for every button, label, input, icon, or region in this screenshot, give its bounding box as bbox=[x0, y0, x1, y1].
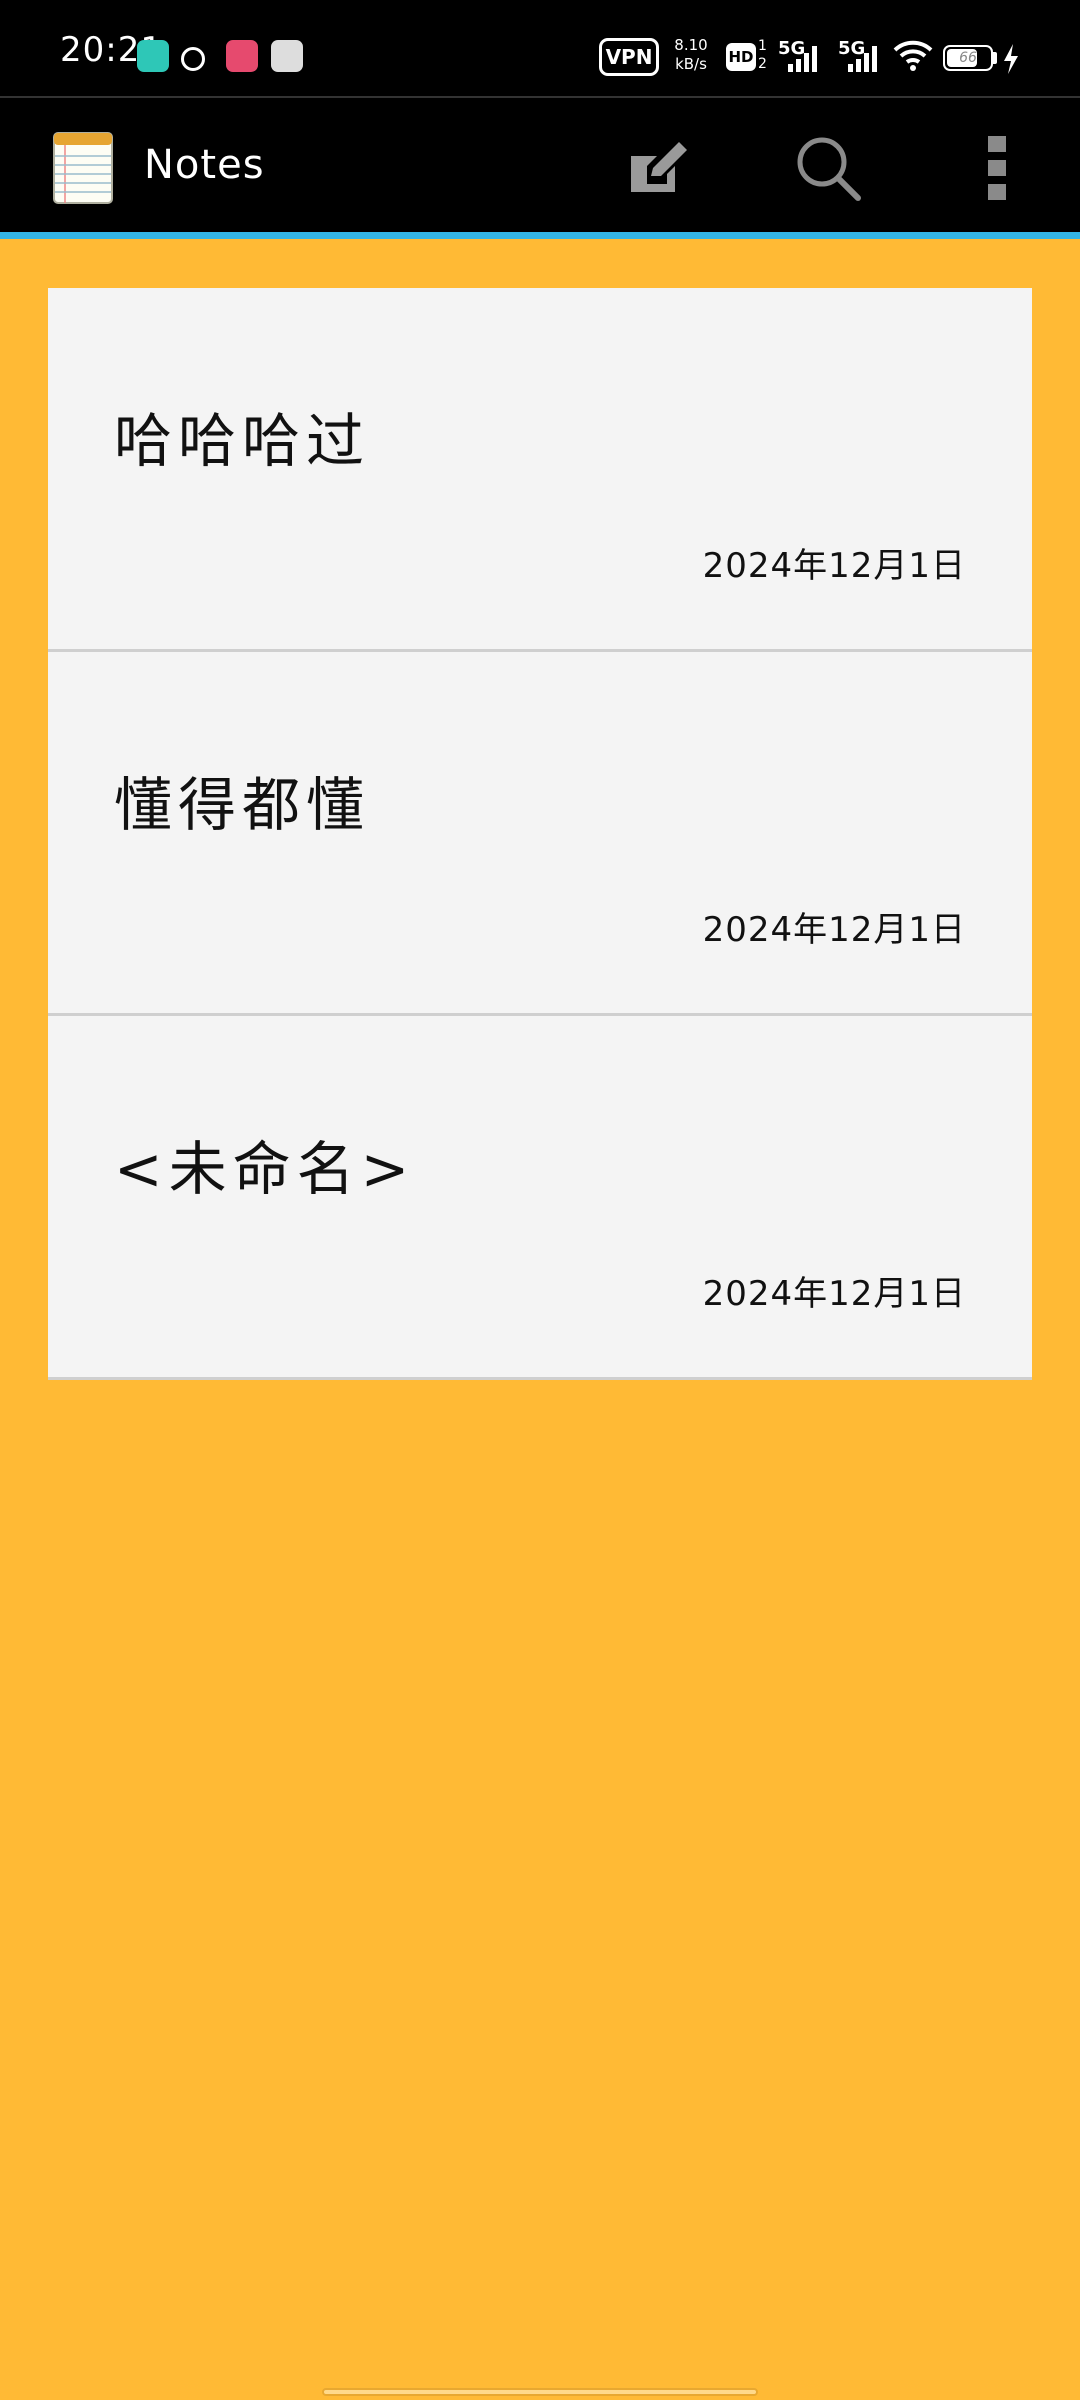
sim-2-label: 2 bbox=[758, 56, 767, 72]
overflow-menu-icon bbox=[988, 136, 1006, 204]
signal-strength-1-icon bbox=[788, 46, 822, 72]
battery-cap bbox=[993, 52, 997, 64]
note-title: 哈哈哈过 bbox=[114, 407, 371, 475]
note-item[interactable]: <未命名> 2024年12月1日 bbox=[48, 1016, 1032, 1380]
note-item[interactable]: 哈哈哈过 2024年12月1日 bbox=[48, 288, 1032, 652]
network-speed: 8.10 kB/s bbox=[671, 36, 711, 74]
note-title: 懂得都懂 bbox=[114, 771, 371, 839]
status-bar: 20:21 VPN 8.10 kB/s HD 1 2 5G 5G 66 bbox=[0, 0, 1080, 96]
note-date: 2024年12月1日 bbox=[702, 546, 966, 586]
note-date: 2024年12月1日 bbox=[702, 910, 966, 950]
action-bar-accent-line bbox=[0, 232, 1080, 239]
app-title: Notes bbox=[144, 142, 265, 188]
notes-list: 哈哈哈过 2024年12月1日 懂得都懂 2024年12月1日 <未命名> 20… bbox=[48, 288, 1032, 1380]
new-note-icon bbox=[627, 140, 689, 200]
new-note-button[interactable] bbox=[616, 128, 700, 212]
vpn-badge: VPN bbox=[599, 38, 659, 76]
running-app-icon bbox=[271, 40, 303, 72]
search-button[interactable] bbox=[786, 128, 870, 212]
overflow-menu-button[interactable] bbox=[955, 128, 1039, 212]
battery-level: 66 bbox=[959, 50, 977, 66]
sim-1-label: 1 bbox=[758, 38, 767, 54]
green-app-icon bbox=[137, 40, 169, 72]
search-icon bbox=[794, 134, 862, 206]
network-speed-value: 8.10 bbox=[674, 36, 708, 54]
notepad-icon bbox=[53, 132, 113, 204]
link-app-icon bbox=[181, 47, 205, 71]
network-speed-unit: kB/s bbox=[675, 55, 707, 73]
note-title: <未命名> bbox=[114, 1135, 416, 1203]
bilibili-app-icon bbox=[226, 40, 258, 72]
charging-bolt-icon bbox=[1002, 44, 1020, 78]
wifi-icon bbox=[893, 38, 933, 76]
battery-icon: 66 bbox=[943, 45, 993, 71]
home-indicator[interactable] bbox=[322, 2388, 758, 2396]
hd-voice-icon: HD bbox=[726, 43, 756, 71]
action-bar: Notes bbox=[0, 96, 1080, 236]
note-date: 2024年12月1日 bbox=[702, 1274, 966, 1314]
note-item[interactable]: 懂得都懂 2024年12月1日 bbox=[48, 652, 1032, 1016]
signal-strength-2-icon bbox=[848, 46, 882, 72]
